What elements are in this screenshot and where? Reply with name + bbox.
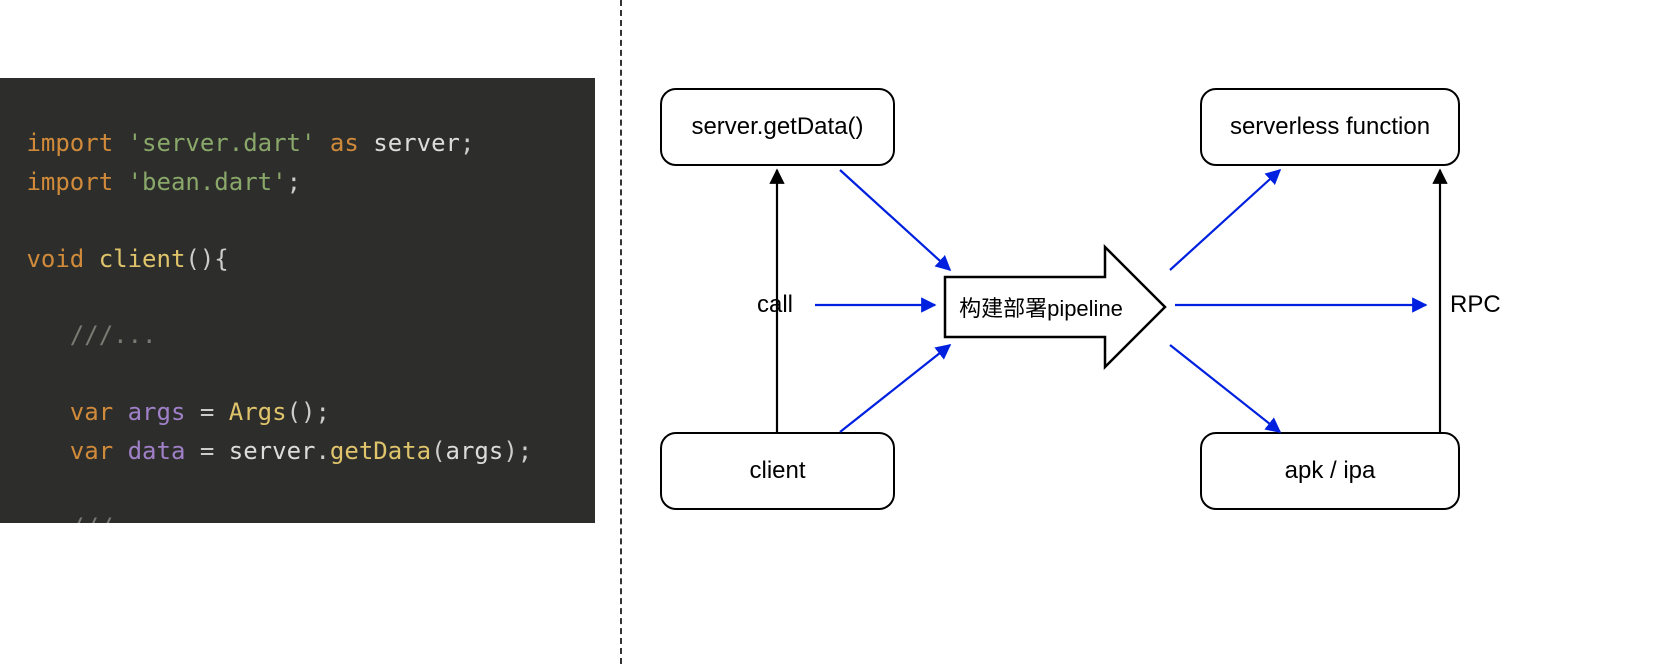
label-call: call [757,291,793,319]
code-arg: args [446,437,504,465]
code-comment: ///... [70,513,157,523]
code-keyword-import: import [26,168,113,196]
code-function-name: client [99,245,186,273]
code-string: 'bean.dart' [128,168,287,196]
label-rpc: RPC [1450,291,1501,319]
code-keyword-import: import [26,129,113,157]
vertical-divider [620,0,622,664]
code-keyword-as: as [330,129,359,157]
arrow-pipeline-to-serverless [1170,170,1280,270]
arrow-pipeline-to-apk [1170,345,1280,432]
code-keyword-var: var [70,398,113,426]
code-method: getData [330,437,431,465]
code-identifier: args [128,398,186,426]
box-label: apk / ipa [1285,457,1376,485]
arrow-server-to-pipeline [840,170,950,270]
code-keyword-var: var [70,437,113,465]
box-serverless-function: serverless function [1200,88,1460,166]
pipeline-arrow-label: 构建部署pipeline [959,291,1123,323]
code-identifier: server [373,129,460,157]
code-string: 'server.dart' [128,129,316,157]
code-identifier: data [128,437,186,465]
code-keyword-void: void [26,245,84,273]
arrow-client-to-pipeline [840,345,950,432]
box-label: server.getData() [691,113,863,141]
code-comment: ///... [70,321,157,349]
box-label: serverless function [1230,113,1430,141]
code-block: import 'server.dart' as server; import '… [0,78,595,523]
box-server-getdata: server.getData() [660,88,895,166]
architecture-diagram: server.getData() client serverless funct… [640,0,1662,664]
box-apk-ipa: apk / ipa [1200,432,1460,510]
code-object: server [229,437,316,465]
code-constructor: Args [229,398,287,426]
pipeline-arrow: 构建部署pipeline [945,247,1165,367]
box-client: client [660,432,895,510]
box-label: client [749,457,805,485]
